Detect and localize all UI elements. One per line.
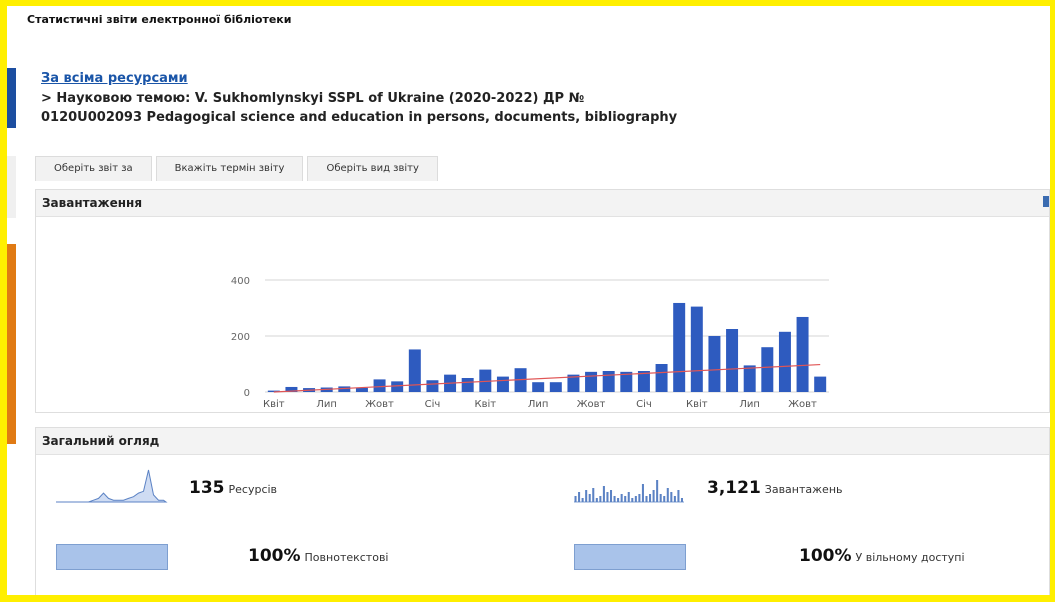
spark-bar [624, 496, 627, 502]
bar[interactable] [708, 336, 721, 392]
spark-bar [663, 496, 666, 502]
tab-report-period[interactable]: Вкажіть термін звіту [155, 156, 304, 181]
spark-bar [656, 480, 659, 502]
overview-panel: Загальний огляд 135 Ресурсів 3,121 Заванта… [35, 427, 1050, 595]
y-tick-label: 200 [231, 332, 250, 343]
spark-bar [634, 496, 637, 502]
x-tick-month: Квіт [475, 398, 497, 410]
downloads-chart: 0200400 Квіт2020Лип2020Жовт2020Січ2021Кв… [231, 276, 829, 410]
spark-bar [595, 498, 598, 502]
bar[interactable] [461, 378, 474, 392]
spark-bar [649, 494, 652, 502]
bar[interactable] [796, 316, 809, 392]
export-icon[interactable] [1043, 196, 1049, 207]
downloads-sparkline [574, 480, 684, 503]
all-resources-link[interactable]: За всіма ресурсами [41, 70, 681, 88]
bar[interactable] [391, 381, 404, 392]
spark-bar [620, 494, 623, 502]
y-tick-label: 400 [231, 276, 250, 287]
spark-bar [652, 490, 655, 502]
spark-bar [659, 494, 662, 502]
resources-sparkline [56, 469, 168, 503]
resources-count: 135 [189, 478, 225, 498]
left-site-strip [7, 6, 16, 595]
downloads-panel-title: Завантаження [36, 190, 1049, 217]
x-tick-month: Лип [316, 399, 337, 410]
x-tick-month: Січ [636, 398, 652, 410]
spark-bar [588, 494, 591, 502]
breadcrumb: За всіма ресурсами > Науковою темою: V. … [41, 70, 681, 127]
x-tick-month: Жовт [788, 399, 817, 410]
bar[interactable] [726, 329, 739, 392]
spark-bar [638, 494, 641, 502]
spark-bar [680, 498, 683, 502]
spark-bar [613, 496, 616, 502]
spark-bar [574, 496, 577, 502]
bar[interactable] [585, 371, 598, 392]
fulltext-stat: 100% Повнотекстові [248, 546, 388, 566]
spark-bar [599, 496, 602, 502]
spark-bar [673, 496, 676, 502]
open-access-bar [574, 544, 686, 570]
bar[interactable] [496, 376, 509, 392]
spark-bar [585, 490, 588, 502]
spark-bar [602, 486, 605, 502]
spark-bar [670, 492, 673, 502]
downloads-stat: 3,121 Завантажень [707, 478, 843, 498]
bar[interactable] [549, 382, 562, 392]
y-tick-label: 0 [244, 388, 250, 399]
tab-report-by[interactable]: Оберіть звіт за [35, 156, 152, 181]
bar[interactable] [426, 380, 439, 392]
bar[interactable] [602, 371, 615, 392]
spark-bar [581, 498, 584, 502]
spark-bar [606, 492, 609, 502]
report-tabs: Оберіть звіт за Вкажіть термін звіту Обе… [35, 156, 442, 181]
bar[interactable] [355, 387, 368, 392]
spark-bar [592, 488, 595, 502]
screenshot-frame: Статистичні звіти електронної бібліотеки… [0, 0, 1055, 602]
bar[interactable] [532, 382, 545, 392]
bar[interactable] [655, 364, 668, 392]
x-tick-month: Січ [425, 398, 441, 410]
x-tick-month: Лип [739, 399, 760, 410]
bar[interactable] [814, 376, 827, 392]
x-tick-month: Квіт [263, 398, 285, 410]
spark-bar [641, 484, 644, 502]
x-tick-month: Квіт [686, 398, 708, 410]
bar[interactable] [743, 365, 756, 392]
tab-report-type[interactable]: Оберіть вид звіту [307, 156, 438, 181]
bar[interactable] [373, 379, 386, 392]
bar[interactable] [778, 331, 791, 392]
downloads-panel: Завантаження 0200400 Квіт2020Лип2020Жовт… [35, 189, 1050, 413]
resources-stat: 135 Ресурсів [189, 478, 277, 498]
bar[interactable] [761, 347, 774, 392]
x-tick-month: Жовт [577, 399, 606, 410]
spark-bar [645, 496, 648, 502]
spark-bar [617, 498, 620, 502]
open-access-label: У вільному доступі [855, 551, 965, 564]
page-title: Статистичні звіти електронної бібліотеки [27, 13, 292, 26]
breadcrumb-current: > Науковою темою: V. Sukhomlynskyi SSPL … [41, 91, 678, 125]
fulltext-bar [56, 544, 168, 570]
spark-bar [677, 490, 680, 502]
spark-bar [609, 490, 613, 502]
bar[interactable] [673, 302, 686, 392]
open-access-percent: 100% [799, 546, 852, 566]
spark-bar [627, 492, 630, 502]
downloads-label: Завантажень [764, 483, 843, 496]
fulltext-label: Повнотекстові [304, 551, 389, 564]
x-tick-month: Лип [528, 399, 549, 410]
spark-bar [631, 498, 634, 502]
spark-bar [578, 492, 581, 502]
open-access-stat: 100% У вільному доступі [799, 546, 965, 566]
spark-bar [666, 488, 669, 502]
spark-area [56, 469, 168, 503]
overview-panel-title: Загальний огляд [36, 428, 1049, 455]
resources-label: Ресурсів [228, 483, 278, 496]
trend-line [273, 363, 821, 393]
fulltext-percent: 100% [248, 546, 301, 566]
x-tick-month: Жовт [365, 399, 394, 410]
downloads-count: 3,121 [707, 478, 761, 498]
bar[interactable] [690, 306, 703, 392]
